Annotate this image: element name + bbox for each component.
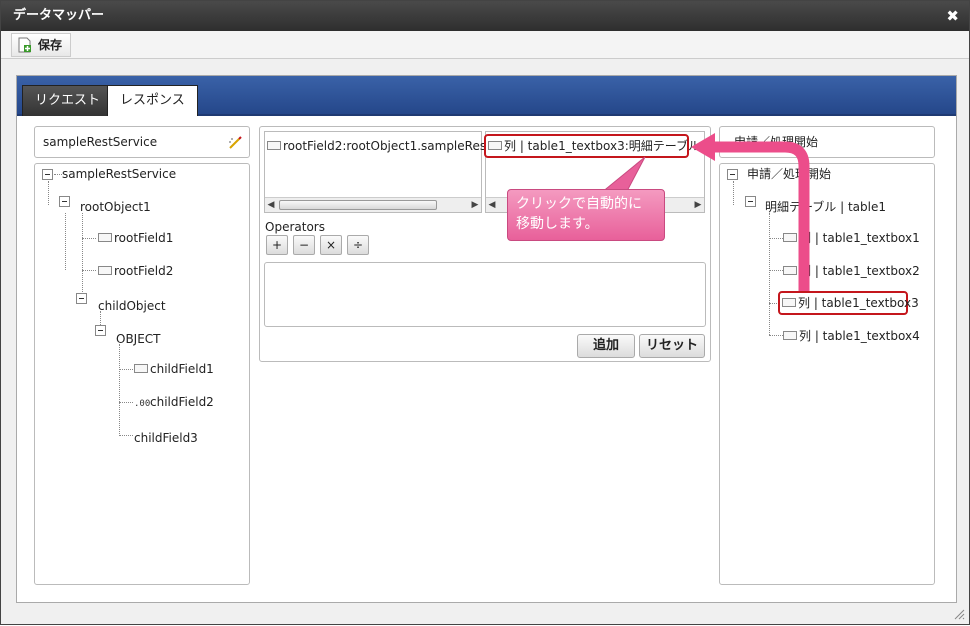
callout-pointer bbox=[599, 156, 646, 194]
arrow-head bbox=[691, 133, 715, 161]
data-mapper-window: データマッパー ✖ 保存 リクエスト レスポンス sampleRestServi… bbox=[0, 0, 970, 625]
callout-tooltip: クリックで自動的に 移動します。 bbox=[507, 189, 665, 241]
callout-line-2: 移動します。 bbox=[516, 216, 599, 232]
arrow-shaft bbox=[713, 141, 810, 291]
resize-grip-icon[interactable] bbox=[953, 608, 965, 620]
callout-line-1: クリックで自動的に bbox=[516, 196, 642, 212]
annotation-arrow bbox=[599, 133, 810, 291]
